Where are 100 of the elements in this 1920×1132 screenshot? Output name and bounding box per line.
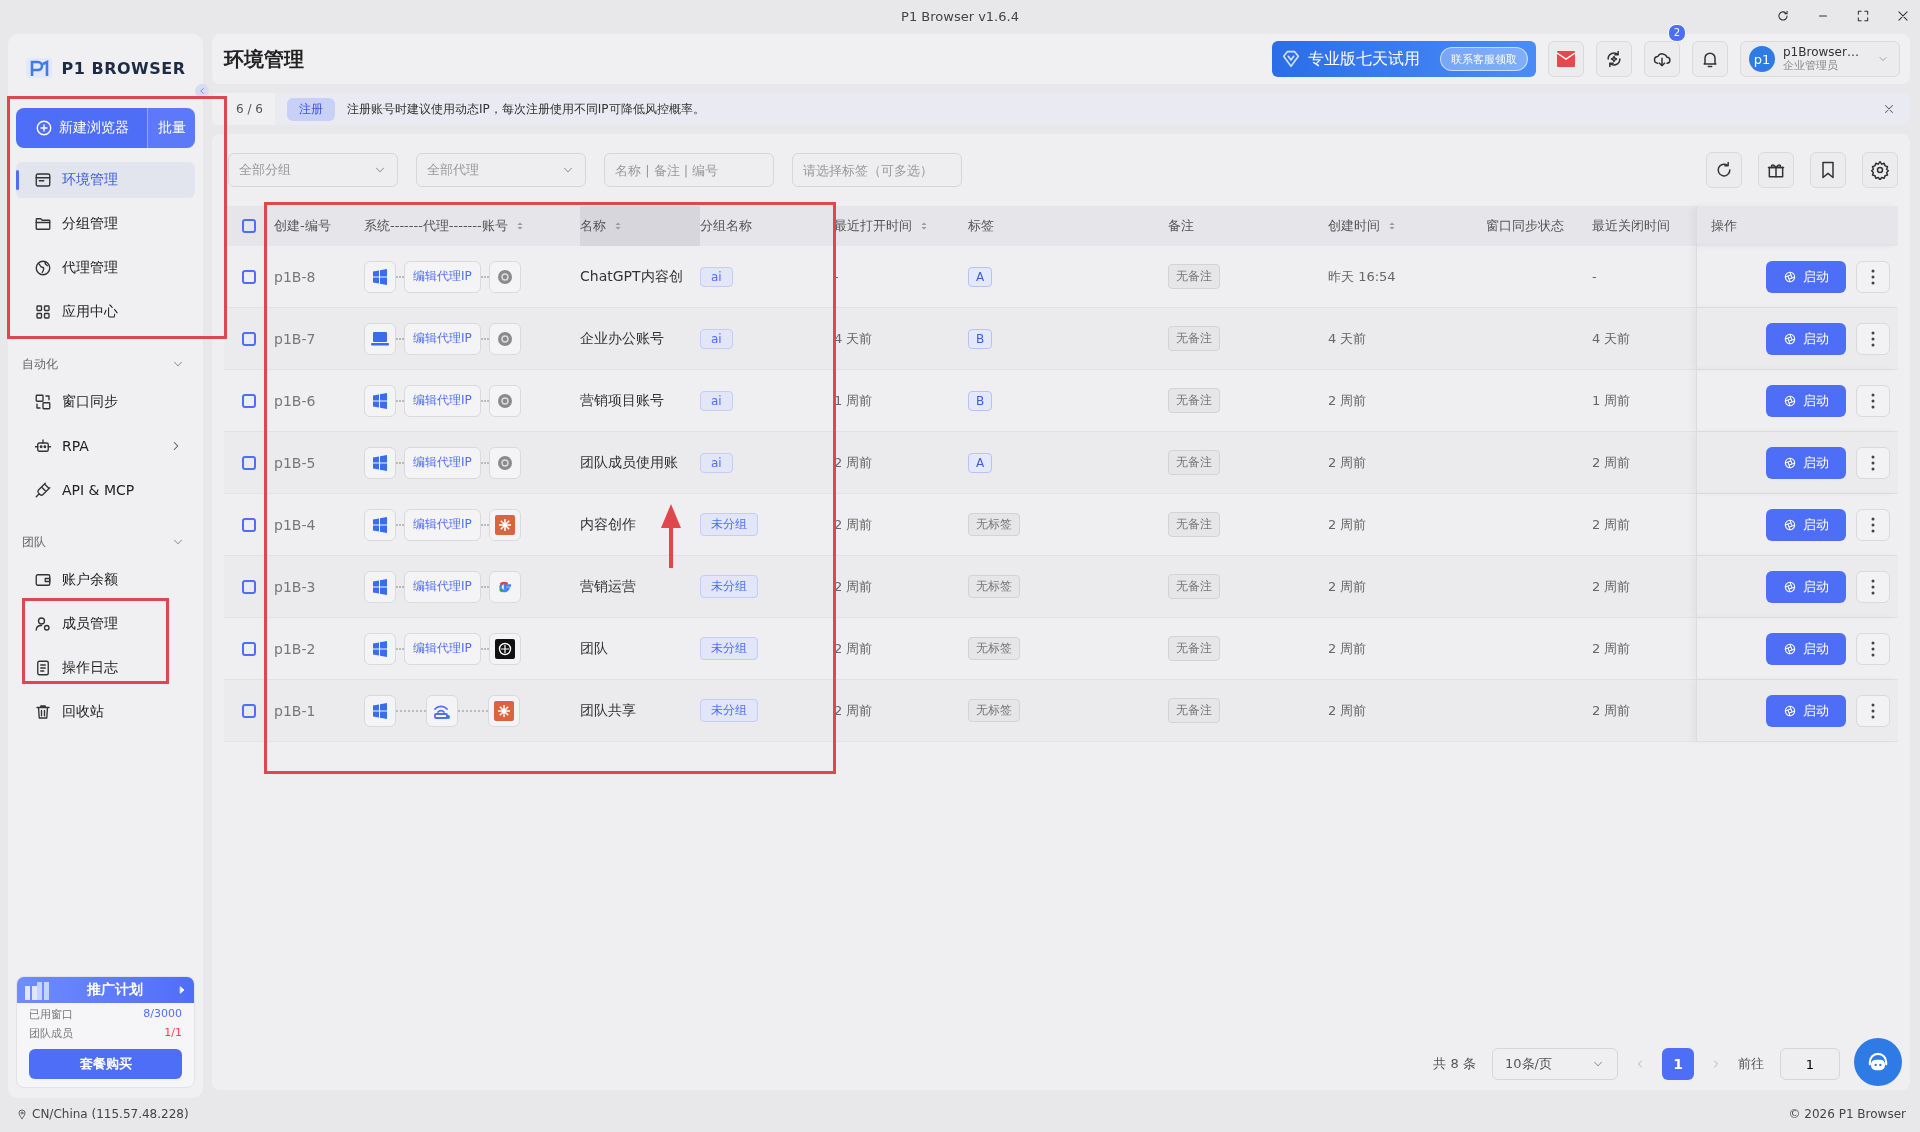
windows-icon <box>372 702 388 719</box>
row-checkbox[interactable] <box>242 641 256 656</box>
proxy-button[interactable] <box>426 694 458 727</box>
launch-button[interactable]: 启动 <box>1766 570 1846 603</box>
note-tag: 无备注 <box>1168 574 1220 599</box>
more-button[interactable] <box>1856 508 1890 541</box>
column-header[interactable]: 系统-------代理-------账号 <box>364 206 580 246</box>
group-tag: ai <box>700 266 733 287</box>
proxy-select[interactable]: 全部代理 <box>416 153 586 187</box>
table-cell: p1B-8 <box>274 268 316 285</box>
group-tag: 未分组 <box>700 513 758 536</box>
more-button[interactable] <box>1856 446 1890 479</box>
row-checkbox[interactable] <box>242 269 256 284</box>
aperture-icon <box>1783 579 1797 594</box>
row-checkbox[interactable] <box>242 703 256 718</box>
column-header[interactable]: 创建时间 <box>1328 206 1486 246</box>
edit-proxy-button[interactable]: 编辑代理IP <box>404 384 481 417</box>
note-tag: 无备注 <box>1168 388 1220 413</box>
label-tag: A <box>968 266 993 287</box>
goto-label: 前往 <box>1738 1055 1764 1073</box>
page-size-select[interactable]: 10条/页 <box>1492 1048 1618 1080</box>
edit-proxy-button[interactable]: 编辑代理IP <box>404 570 481 603</box>
column-header: 最近关闭时间 <box>1592 217 1671 235</box>
launch-button[interactable]: 启动 <box>1766 446 1846 479</box>
search-field[interactable]: 名称 | 备注 | 编号 <box>604 153 774 187</box>
aperture-icon <box>1783 331 1797 346</box>
launch-button[interactable]: 启动 <box>1766 384 1846 417</box>
sidebar-item[interactable]: 账户余额 <box>16 562 195 598</box>
refresh-button[interactable] <box>1706 152 1742 188</box>
more-button[interactable] <box>1856 384 1890 417</box>
note-tag: 无备注 <box>1168 450 1220 475</box>
buy-plan-button[interactable]: 套餐购买 <box>29 1049 182 1079</box>
more-icon <box>1871 702 1875 719</box>
row-checkbox[interactable] <box>242 517 256 532</box>
table-cell: p1B-1 <box>274 702 316 719</box>
edit-proxy-button[interactable]: 编辑代理IP <box>404 632 481 665</box>
user-menu[interactable]: p1 p1Browser… 企业管理员 <box>1740 41 1900 77</box>
contact-button[interactable]: 联系客服领取 <box>1440 47 1528 71</box>
edit-proxy-button[interactable]: 编辑代理IP <box>404 446 481 479</box>
row-checkbox[interactable] <box>242 393 256 408</box>
edit-proxy-button[interactable]: 编辑代理IP <box>404 260 481 293</box>
more-button[interactable] <box>1856 570 1890 603</box>
group-select[interactable]: 全部分组 <box>228 153 398 187</box>
table-cell: 2 周前 <box>1592 701 1631 720</box>
windows-icon <box>372 392 388 409</box>
row-checkbox[interactable] <box>242 455 256 470</box>
download-button[interactable] <box>1644 41 1680 77</box>
page-button[interactable]: 1 <box>1662 1048 1694 1080</box>
copyright-text: © 2026 P1 Browser <box>1788 1107 1906 1121</box>
sync-button[interactable] <box>1596 41 1632 77</box>
launch-button[interactable]: 启动 <box>1766 632 1846 665</box>
sidebar-item[interactable]: 代理管理 <box>16 250 195 286</box>
row-checkbox[interactable] <box>242 579 256 594</box>
trial-banner[interactable]: 专业版七天试用 联系客服领取 <box>1272 41 1536 77</box>
table-cell: ChatGPT内容创 <box>580 267 683 286</box>
row-checkbox[interactable] <box>242 331 256 346</box>
gift-button[interactable] <box>1758 152 1794 188</box>
label-tag: 无标签 <box>968 637 1020 660</box>
sidebar-item[interactable]: 环境管理 <box>16 162 195 198</box>
more-button[interactable] <box>1856 694 1890 727</box>
group-tag: ai <box>700 328 733 349</box>
sidebar-item[interactable]: RPA <box>16 428 195 464</box>
tag-select-field[interactable]: 请选择标签（可多选） <box>792 153 962 187</box>
more-button[interactable] <box>1856 632 1890 665</box>
select-all-checkbox[interactable] <box>242 219 256 233</box>
promo-banner[interactable]: 推广计划 <box>17 977 194 1003</box>
more-button[interactable] <box>1856 260 1890 293</box>
user-role: 企业管理员 <box>1783 59 1838 73</box>
sidebar-item[interactable]: 分组管理 <box>16 206 195 242</box>
sidebar-item[interactable]: 回收站 <box>16 694 195 730</box>
table-cell: 2 周前 <box>1328 639 1367 658</box>
total-count: 共 8 条 <box>1433 1055 1476 1073</box>
more-button[interactable] <box>1856 322 1890 355</box>
launch-button[interactable]: 启动 <box>1766 508 1846 541</box>
notifications-button[interactable] <box>1692 41 1728 77</box>
launch-button[interactable]: 启动 <box>1766 322 1846 355</box>
table-cell: 2 周前 <box>1328 701 1367 720</box>
batch-button[interactable]: 批量 <box>147 108 195 148</box>
sidebar-item[interactable]: 窗口同步 <box>16 384 195 420</box>
settings-button[interactable] <box>1862 152 1898 188</box>
edit-proxy-button[interactable]: 编辑代理IP <box>404 508 481 541</box>
edit-proxy-button[interactable]: 编辑代理IP <box>404 322 481 355</box>
group-tag: 未分组 <box>700 637 758 660</box>
sidebar-item[interactable]: 操作日志 <box>16 650 195 686</box>
new-browser-button[interactable]: 新建浏览器 <box>16 108 147 148</box>
sidebar-item[interactable]: API & MCP <box>16 472 195 508</box>
page-input[interactable]: 1 <box>1780 1048 1840 1080</box>
label-tag: A <box>968 452 993 473</box>
burst-icon <box>494 700 514 721</box>
account-badge[interactable] <box>488 632 521 665</box>
launch-button[interactable]: 启动 <box>1766 260 1846 293</box>
table-cell: 2 周前 <box>1592 515 1631 534</box>
group-tag: ai <box>700 390 733 411</box>
envelope-button[interactable] <box>1548 41 1584 77</box>
launch-button[interactable]: 启动 <box>1766 694 1846 727</box>
page-title: 环境管理 <box>224 45 305 73</box>
bookmark-button[interactable] <box>1810 152 1846 188</box>
column-header[interactable]: 名称 <box>580 206 700 246</box>
sidebar-item[interactable]: 应用中心 <box>16 294 195 330</box>
sidebar-item[interactable]: 成员管理 <box>16 606 195 642</box>
